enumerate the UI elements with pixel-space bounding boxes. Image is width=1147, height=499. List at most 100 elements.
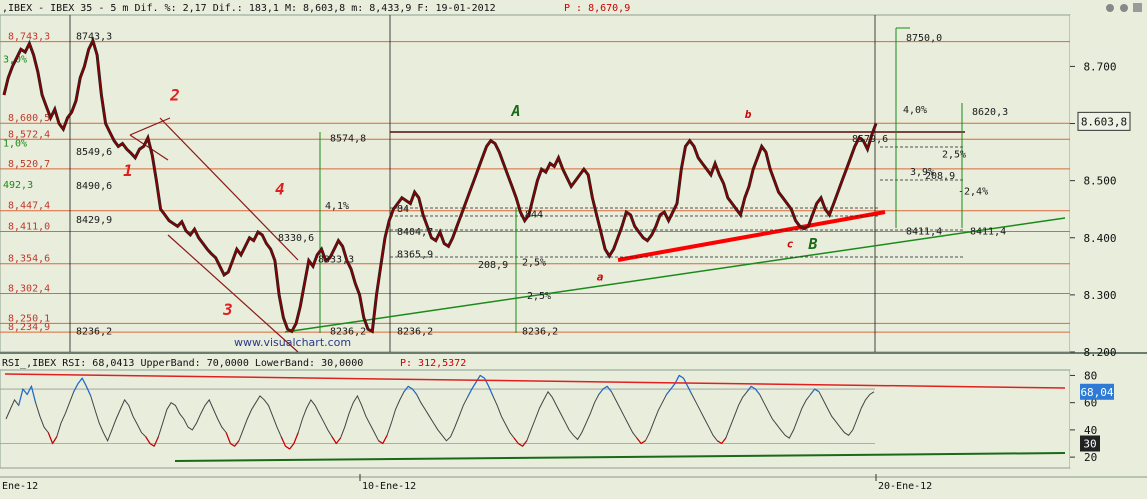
point-label-12: 8365,9 (397, 249, 433, 260)
chart-header: ,IBEX - IBEX 35 - 5 m Dif. %: 2,17 Dif.:… (2, 3, 496, 14)
rsi-over-seg (22, 388, 28, 395)
rsi-under-seg (636, 437, 642, 444)
point-label-20: 4,0% (903, 105, 927, 116)
wave-label-1: 1 (123, 161, 133, 180)
point-label-6: 4,1% (325, 201, 349, 212)
rsi-under-seg (640, 440, 646, 445)
last-price-value: 8.603,8 (1081, 115, 1127, 128)
close-icon[interactable] (1133, 3, 1142, 12)
wave-line-1 (129, 117, 171, 136)
rsi-value-text: 68,04 (1080, 386, 1113, 399)
point-label-17: 844 (525, 209, 543, 220)
point-label-13: 208,9 (478, 260, 508, 271)
rsi-under-seg (230, 442, 235, 447)
rsi-under-seg (280, 436, 287, 447)
price-tick-label-0: 8.700 (1083, 60, 1116, 73)
level-label-4: 8,447,4 (8, 201, 50, 212)
rsi-under-seg (513, 437, 519, 444)
point-label-1: 8549,6 (76, 147, 112, 158)
rsi-green-trend (174, 452, 1066, 462)
rsi-over-seg (488, 386, 494, 397)
point-label-10: 8236,2 (397, 326, 433, 337)
point-label-4: 8236,2 (76, 326, 112, 337)
rsi-under-seg (378, 440, 384, 445)
point-label-14: 2,5% (522, 257, 546, 268)
point-label-15: 2,5% (527, 291, 551, 302)
rsi-under-seg (721, 437, 727, 444)
scroll-down-icon[interactable] (1120, 4, 1128, 12)
rsi-over-seg (602, 385, 608, 390)
rsi-tick-label-3: 20 (1084, 451, 1097, 464)
level-label-6: 8,354,6 (8, 254, 50, 265)
window-controls[interactable] (1106, 3, 1142, 12)
point-label-25: 208,9 (925, 171, 955, 182)
level-label-7: 8,302,4 (8, 284, 50, 295)
price-tick-label-2: 8.500 (1083, 175, 1116, 188)
wave-label-7: a (597, 271, 604, 284)
rsi-under-seg (293, 432, 299, 444)
rsi-over-seg (81, 377, 87, 387)
point-label-3: 8429,9 (76, 215, 112, 226)
rsi-red-trend (4, 373, 1066, 389)
wave-label-5: B (807, 235, 817, 253)
rsi-tick-label-0: 80 (1084, 369, 1097, 382)
wave-label-4: A (510, 102, 520, 120)
rsi-over-seg (678, 374, 684, 379)
level-label-3: 8,520,7 (8, 159, 50, 170)
point-label-26: -2,4% (958, 186, 988, 197)
rsi-under-seg (289, 443, 295, 450)
rsi-over-seg (750, 385, 756, 390)
point-label-0: 8743,3 (76, 32, 112, 43)
level-label-9: 8,234,9 (8, 322, 50, 333)
wave-label-2: 4 (275, 179, 285, 198)
rsi-under-seg (517, 442, 523, 447)
price-chart: ,IBEX - IBEX 35 - 5 m Dif. %: 2,17 Dif.:… (0, 0, 1147, 495)
rsi-under-seg (47, 432, 54, 444)
point-label-7: 8330,6 (278, 233, 314, 244)
rsi-over-seg (73, 383, 79, 393)
rsi-line (5, 374, 875, 450)
price-series-line (3, 38, 877, 333)
rsi-header-last: P: 312,5372 (400, 358, 466, 369)
point-label-2: 8490,6 (76, 181, 112, 192)
point-label-11: 8404,7 (397, 227, 433, 238)
point-label-9: 8236,2 (330, 326, 366, 337)
rsi-lower-text: 30 (1083, 438, 1096, 451)
date-label-2: 20-Ene-12 (878, 481, 932, 492)
rsi-under-seg (335, 437, 341, 444)
wave-label-8: c (787, 237, 794, 250)
rsi-under-seg (285, 445, 291, 450)
price-series-shadow (2, 36, 878, 334)
point-label-28: 8411,4 (970, 226, 1006, 237)
left-extra-label-0: 492,3 (3, 180, 33, 191)
rsi-under-seg (382, 435, 388, 444)
date-label-0: Ene-12 (2, 481, 38, 492)
rsi-over-seg (26, 386, 32, 395)
rsi-over-seg (18, 388, 24, 406)
rsi-under-seg (145, 436, 151, 444)
rsi-over-seg (666, 388, 672, 395)
rsi-over-seg (77, 377, 83, 384)
rsi-over-seg (407, 385, 413, 390)
wave-label-3: 3 (222, 300, 233, 319)
point-label-8: 8333,3 (318, 254, 354, 265)
rsi-over-seg (598, 388, 604, 395)
level-label-5: 8,411,0 (8, 221, 50, 232)
point-label-22: 8579,6 (852, 134, 888, 145)
point-label-21: 8620,3 (972, 107, 1008, 118)
left-extra-label-1: 1,0% (3, 139, 27, 150)
rsi-over-seg (479, 374, 485, 379)
rsi-under-seg (52, 436, 58, 444)
rsi-under-seg (331, 436, 337, 444)
scroll-up-icon[interactable] (1106, 4, 1114, 12)
date-label-1: 10-Ene-12 (362, 481, 416, 492)
price-tick-label-5: 8.200 (1083, 346, 1116, 359)
rsi-under-seg (225, 432, 231, 444)
level-label-1: 8,600,5 (8, 113, 50, 124)
rsi-tick-label-2: 40 (1084, 424, 1097, 437)
point-label-23: 2,5% (942, 149, 966, 160)
price-tick-label-3: 8.400 (1083, 232, 1116, 245)
rsi-over-seg (412, 388, 418, 395)
rsi-over-seg (754, 388, 761, 395)
point-label-16: 8236,2 (522, 326, 558, 337)
